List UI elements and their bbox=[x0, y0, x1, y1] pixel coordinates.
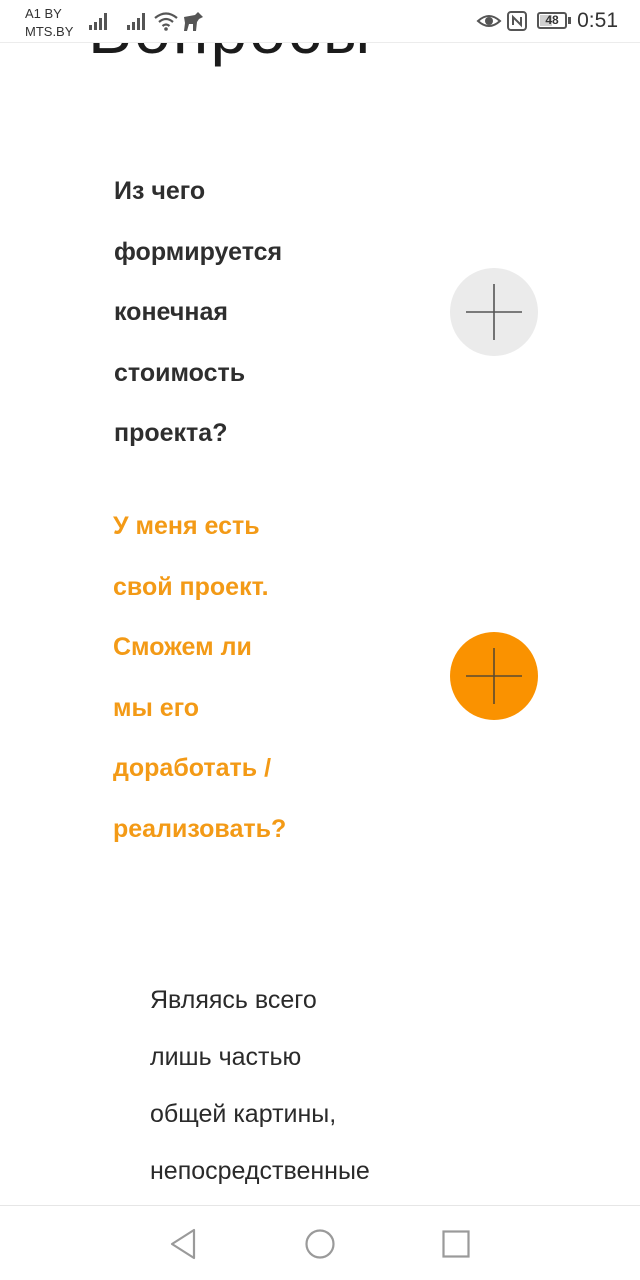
screen: A1 BY MTS.BY 48 0:51 Из чего формируется… bbox=[0, 0, 640, 1280]
plus-icon bbox=[466, 648, 522, 704]
wifi-icon bbox=[154, 12, 178, 31]
back-icon[interactable] bbox=[163, 1226, 203, 1262]
signal-icon bbox=[127, 13, 145, 30]
faq-question-1[interactable]: Из чего формируется конечная стоимость п… bbox=[114, 161, 334, 464]
home-icon[interactable] bbox=[300, 1226, 340, 1262]
clock: 0:51 bbox=[577, 9, 618, 32]
carrier-1-label: A1 BY bbox=[25, 6, 62, 21]
faq-toggle-button-2[interactable] bbox=[450, 632, 538, 720]
faq-question-2[interactable]: У меня есть свой проект. Сможем ли мы ег… bbox=[113, 496, 333, 859]
battery-icon: 48 bbox=[537, 12, 567, 29]
plus-icon bbox=[466, 284, 522, 340]
status-bar: A1 BY MTS.BY 48 0:51 bbox=[0, 0, 640, 43]
eye-comfort-icon bbox=[476, 15, 502, 27]
faq-answer-text: Являясь всего лишь частью общей картины,… bbox=[150, 986, 370, 1185]
signal-icon bbox=[89, 13, 107, 30]
battery-level: 48 bbox=[545, 13, 559, 27]
navigation-bar bbox=[0, 1205, 640, 1280]
carrier-labels: A1 BY MTS.BY bbox=[25, 5, 73, 41]
battery-tip bbox=[568, 17, 571, 24]
faq-toggle-button-1[interactable] bbox=[450, 268, 538, 356]
nfc-icon bbox=[507, 11, 527, 31]
pet-notification-icon bbox=[184, 12, 203, 31]
recents-icon[interactable] bbox=[436, 1226, 476, 1262]
carrier-2-label: MTS.BY bbox=[25, 24, 74, 39]
